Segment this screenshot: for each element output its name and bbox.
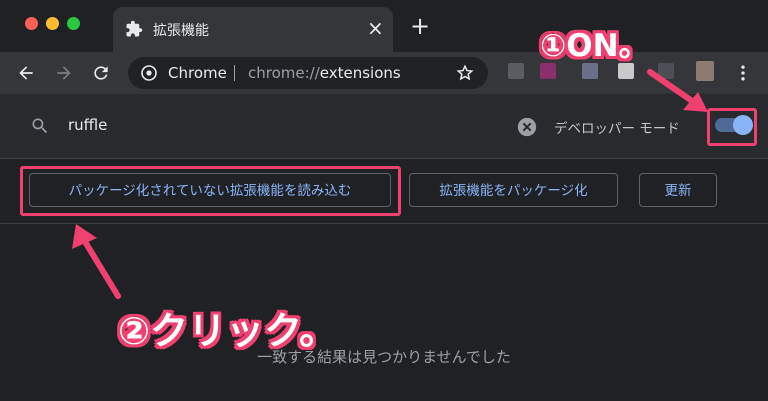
site-name: Chrome (168, 64, 227, 82)
url-path: extensions (319, 64, 401, 82)
bookmark-star-icon[interactable] (456, 64, 474, 82)
developer-mode-highlight (707, 108, 757, 146)
step2-annotation: ②クリック。 (118, 309, 338, 353)
chrome-icon (141, 65, 157, 81)
tab-title: 拡張機能 (153, 23, 209, 39)
clear-search-icon[interactable] (516, 116, 538, 138)
divider (0, 223, 768, 224)
back-arrow-icon[interactable] (16, 63, 36, 83)
search-icon (32, 118, 48, 134)
browser-window: 拡張機能 × + Chrome chrome://extensions ruff… (0, 0, 768, 401)
url-prefix: chrome:// (248, 64, 320, 82)
extensions-header: ruffle デベロッパー モード (0, 94, 768, 159)
reload-icon[interactable] (91, 63, 111, 83)
empty-state-message: 一致する結果は見つかりませんでした (257, 348, 511, 366)
close-window-button[interactable] (25, 17, 38, 30)
new-tab-button[interactable]: + (410, 14, 430, 38)
search-input[interactable]: ruffle (68, 116, 107, 134)
extension-icon[interactable] (582, 63, 598, 79)
minimize-window-button[interactable] (46, 17, 59, 30)
developer-mode-label: デベロッパー モード (554, 121, 680, 137)
omnibox-separator (234, 65, 235, 81)
update-button[interactable]: 更新 (639, 173, 717, 207)
tab-extensions[interactable]: 拡張機能 × (113, 7, 393, 52)
pack-extension-button[interactable]: 拡張機能をパッケージ化 (409, 173, 618, 207)
menu-dots-icon[interactable] (733, 63, 753, 83)
url-text: chrome://extensions (248, 64, 401, 82)
title-bar: 拡張機能 × + (0, 0, 768, 52)
close-tab-icon[interactable]: × (367, 16, 384, 40)
extensions-page: ruffle デベロッパー モード パッケージ化されていない拡張機能を読み込む … (0, 94, 768, 401)
address-bar[interactable]: Chrome chrome://extensions (128, 57, 488, 89)
step1-annotation: ①ON。 (540, 28, 650, 64)
extension-icon[interactable] (618, 63, 634, 79)
extension-icon[interactable] (658, 63, 674, 79)
extension-icon[interactable] (540, 63, 556, 79)
load-unpacked-highlight (20, 166, 401, 216)
forward-arrow-icon[interactable] (54, 63, 74, 83)
profile-avatar[interactable] (696, 61, 714, 81)
puzzle-icon (126, 20, 143, 37)
zoom-window-button[interactable] (67, 17, 80, 30)
toolbar: Chrome chrome://extensions (0, 52, 768, 94)
extension-icon[interactable] (508, 63, 524, 79)
